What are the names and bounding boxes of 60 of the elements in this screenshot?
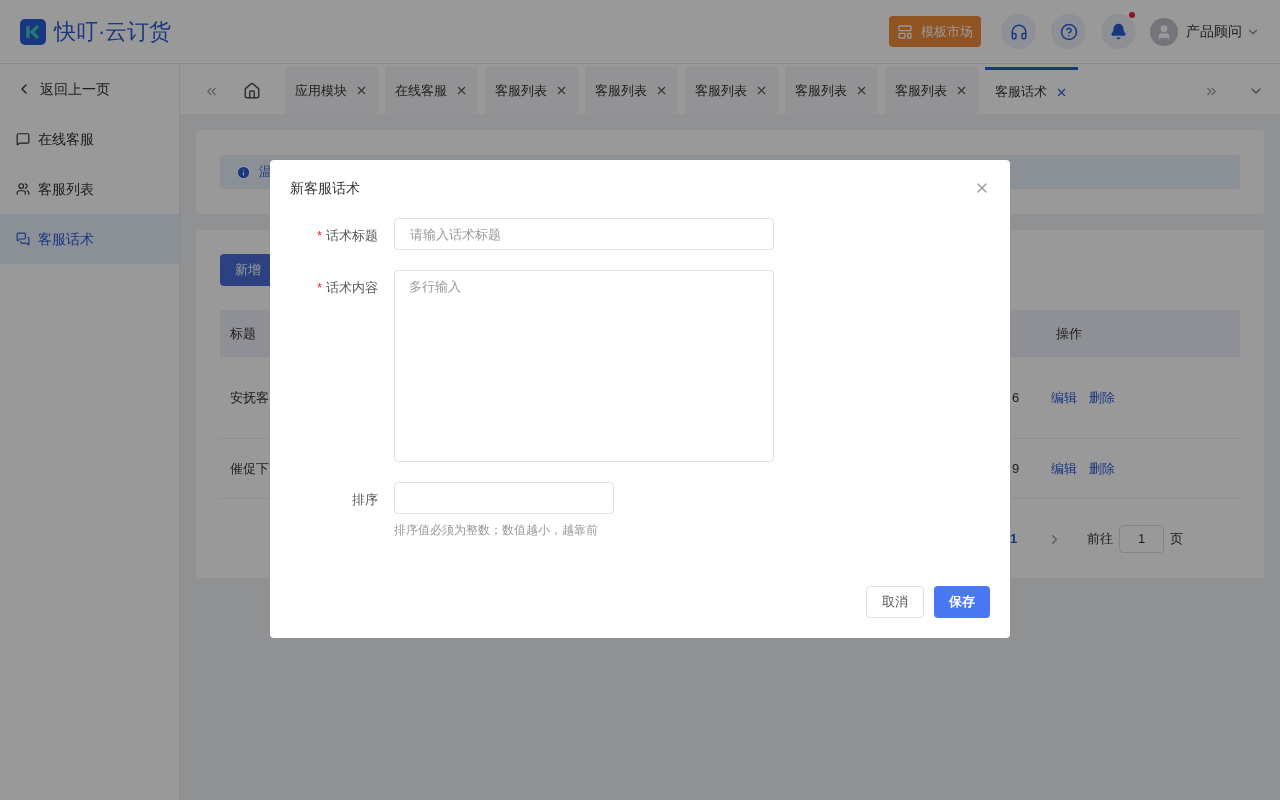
back-link[interactable]: 返回上一页: [0, 64, 179, 114]
chat-bubbles-icon: [16, 232, 30, 246]
column-header: 标题: [230, 324, 256, 343]
home-icon: [243, 82, 261, 100]
headset-icon: [1009, 22, 1028, 41]
close-icon: [755, 84, 768, 97]
notification-button[interactable]: [1101, 14, 1136, 49]
person-icon: [1156, 23, 1172, 40]
sidebar-item[interactable]: 客服列表: [0, 164, 179, 214]
page-tab[interactable]: 客服列表: [585, 67, 678, 114]
field-hint: 排序值必须为整数；数值越小，越靠前: [394, 522, 599, 539]
content-textarea[interactable]: 多行输入: [394, 270, 774, 462]
page-tab[interactable]: 客服列表: [785, 67, 878, 114]
chat-icon: [16, 132, 30, 146]
page-suffix: 页: [1170, 530, 1184, 549]
action-link[interactable]: 删除: [1089, 387, 1115, 408]
goto-page-field[interactable]: 1: [1119, 525, 1165, 553]
user-menu[interactable]: 产品顾问: [1186, 21, 1260, 42]
cancel-button[interactable]: 取消: [866, 586, 924, 618]
page-tab[interactable]: 在线客服: [385, 67, 478, 114]
table-cell-text: 6: [1012, 388, 1021, 407]
field-label: 话术内容: [326, 279, 378, 297]
column-header: 操作: [1056, 324, 1082, 343]
action-link[interactable]: 编辑: [1051, 387, 1077, 408]
close-icon: [955, 84, 968, 97]
sort-input[interactable]: [394, 482, 614, 514]
close-icon: [855, 84, 868, 97]
sidebar-item[interactable]: 在线客服: [0, 114, 179, 164]
page-tab[interactable]: 客服列表: [885, 67, 978, 114]
close-icon: [655, 84, 668, 97]
goto-label: 前往: [1087, 530, 1114, 549]
page-number[interactable]: 1: [1010, 529, 1018, 549]
close-icon: [555, 84, 568, 97]
support-agent-button[interactable]: [1001, 14, 1036, 49]
table-cell-text: 安抚客: [230, 388, 270, 407]
logo-text: 快叮·云订货: [54, 18, 172, 46]
close-icon: [455, 84, 468, 97]
title-input[interactable]: 请输入话术标题: [394, 218, 774, 250]
users-icon: [16, 182, 30, 196]
dialog-title: 新客服话术: [290, 178, 360, 198]
required-mark: *: [316, 227, 322, 245]
info-icon: [236, 164, 251, 180]
layout-icon: [897, 23, 913, 40]
help-button[interactable]: [1051, 14, 1086, 49]
save-button[interactable]: 保存: [934, 586, 990, 618]
close-icon: [355, 84, 368, 97]
page-tab[interactable]: 客服列表: [685, 67, 778, 114]
table-cell-text: 催促下: [230, 459, 270, 478]
field-label: 话术标题: [326, 227, 378, 245]
table-cell-text: 9: [1012, 459, 1021, 478]
bell-icon: [1110, 23, 1127, 40]
help-icon: [1059, 22, 1078, 41]
action-link[interactable]: 编辑: [1051, 458, 1077, 479]
page-tab[interactable]: 应用模块: [285, 67, 378, 114]
field-label: 排序: [352, 491, 378, 509]
page-tab[interactable]: 客服列表: [485, 67, 578, 114]
action-link[interactable]: 删除: [1089, 458, 1115, 479]
sidebar-item[interactable]: 客服话术: [0, 214, 179, 264]
logo-icon: [20, 18, 46, 45]
required-mark: *: [316, 279, 322, 297]
